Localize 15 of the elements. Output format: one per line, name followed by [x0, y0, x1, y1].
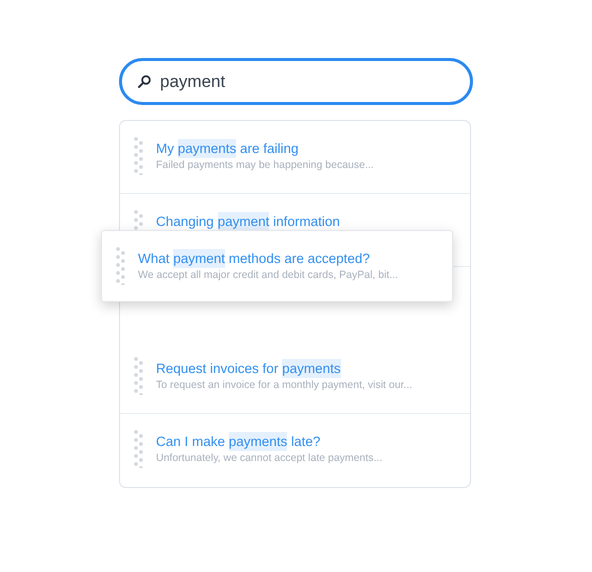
drag-handle-icon[interactable]: [134, 137, 144, 175]
result-title: Changing payment information: [156, 214, 340, 229]
drag-handle-icon[interactable]: [134, 210, 144, 230]
result-title: What payment methods are accepted?: [138, 251, 371, 266]
result-snippet: To request an invoice for a monthly payment, visit our...: [156, 379, 412, 391]
result-title: Can I make payments late?: [156, 434, 322, 449]
drag-handle-icon[interactable]: [116, 247, 126, 285]
result-title: Request invoices for payments: [156, 361, 342, 376]
search-field[interactable]: payment: [119, 58, 473, 105]
result-snippet: Failed payments may be happening because...: [156, 159, 374, 171]
result-title: My payments are failing: [156, 141, 300, 156]
result-snippet: Unfortunately, we cannot accept late payments...: [156, 452, 382, 464]
drag-handle-icon[interactable]: [134, 357, 144, 395]
result-snippet: We accept all major credit and debit cards, PayPal, bit...: [138, 269, 398, 281]
drag-handle-icon[interactable]: [134, 430, 144, 468]
